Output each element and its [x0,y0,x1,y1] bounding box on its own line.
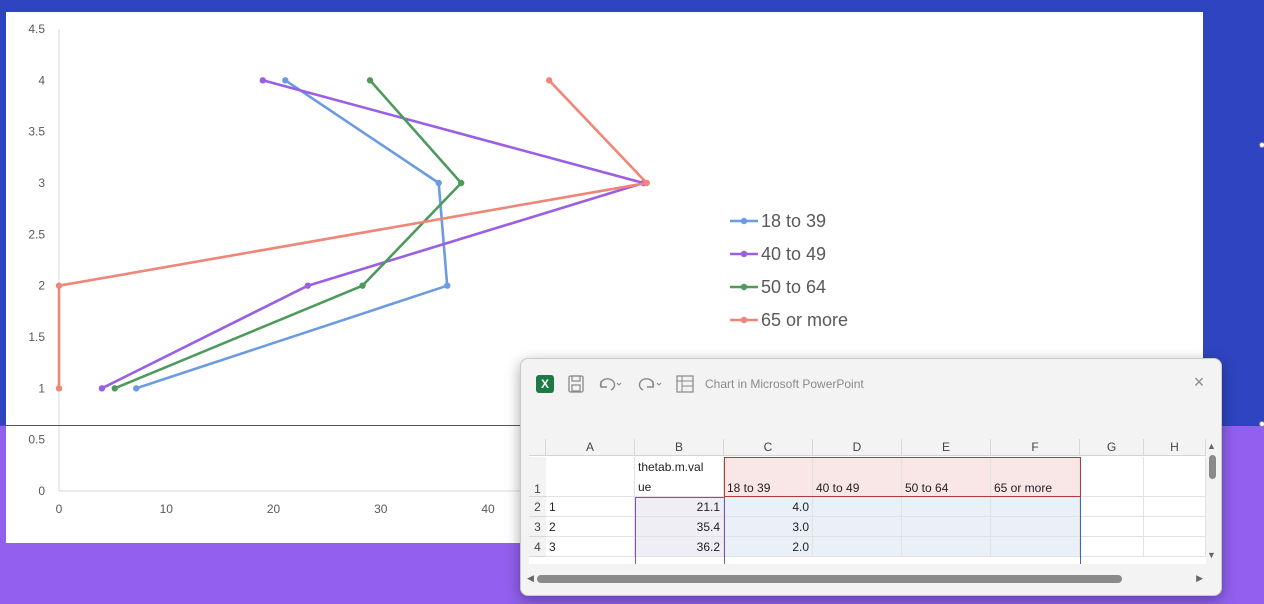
x-tick-label: 0 [56,502,63,516]
series-name-range-border [724,457,1081,497]
cell-a4[interactable]: 3 [546,537,635,557]
values-range-border [724,497,1081,564]
cell-h2[interactable] [1144,497,1206,517]
column-headers: A B C D E F G H [529,439,1206,456]
data-point[interactable] [457,179,465,187]
cell-b1[interactable]: thetab.m.val ue [635,457,724,497]
series-line-2[interactable] [101,79,645,390]
data-point[interactable] [366,77,374,84]
chart-series[interactable] [55,77,650,392]
data-point[interactable] [98,385,106,392]
vertical-scroll-thumb[interactable] [1209,455,1216,479]
series-line-3[interactable] [114,79,463,390]
excel-logo-icon: X [536,375,554,393]
row-header-4[interactable]: 4 [529,537,546,557]
x-tick-label: 30 [374,502,388,516]
window-title: Chart in Microsoft PowerPoint [705,377,864,391]
column-header-h[interactable]: H [1144,439,1206,456]
legend-marker [740,316,748,324]
scroll-left-icon[interactable]: ◀ [527,573,534,584]
row-header-3[interactable]: 3 [529,517,546,537]
select-all-corner[interactable] [529,439,546,456]
excel-window[interactable]: X Chart in Microsoft PowerPoint × A B C … [520,358,1222,596]
cell-h1[interactable] [1144,457,1206,497]
column-header-c[interactable]: C [724,439,813,456]
y-tick-label: 1.5 [28,330,45,344]
horizontal-scroll-thumb[interactable] [537,575,1122,583]
data-point[interactable] [55,282,63,289]
column-header-f[interactable]: F [991,439,1080,456]
close-icon[interactable]: × [1191,373,1207,391]
resize-handle-right[interactable] [1259,142,1264,148]
cell-g4[interactable] [1080,537,1144,557]
column-header-d[interactable]: D [813,439,902,456]
chart-legend[interactable]: 18 to 39 40 to 49 50 to 64 65 or more [730,211,848,330]
y-tick-label: 3 [38,176,45,190]
horizontal-scrollbar[interactable]: ◀ ▶ [527,573,1203,585]
data-point[interactable] [282,77,289,84]
data-point[interactable] [545,77,553,84]
data-point[interactable] [111,385,118,392]
data-point[interactable] [444,282,451,289]
table-icon[interactable] [676,375,694,393]
cell-g2[interactable] [1080,497,1144,517]
y-tick-label: 1 [38,381,45,395]
resize-handle-right-lower[interactable] [1259,421,1264,427]
legend-entry-label[interactable]: 40 to 49 [761,244,826,264]
cell-g1[interactable] [1080,457,1144,497]
y-tick-label: 3.5 [28,125,45,139]
data-point[interactable] [359,282,366,289]
cell-a2[interactable]: 1 [546,497,635,517]
data-point[interactable] [304,282,312,289]
x-tick-label: 20 [267,502,281,516]
category-range-border [635,497,725,564]
x-tick-label: 10 [160,502,174,516]
cell-b1-line1: thetab.m.val [638,460,704,474]
save-icon[interactable] [568,375,584,393]
y-tick-label: 2 [38,279,45,293]
data-point[interactable] [435,179,442,187]
y-tick-label: 0.5 [28,433,45,447]
legend-marker [740,283,748,291]
y-tick-label: 4 [38,73,45,87]
legend-entry-label[interactable]: 18 to 39 [761,211,826,231]
column-header-b[interactable]: B [635,439,724,456]
column-header-a[interactable]: A [546,439,635,456]
cell-h4[interactable] [1144,537,1206,557]
cell-h3[interactable] [1144,517,1206,537]
redo-icon[interactable] [637,375,663,393]
cell-g3[interactable] [1080,517,1144,537]
undo-icon[interactable] [597,375,623,393]
legend-marker [740,250,748,258]
scroll-up-icon[interactable]: ▲ [1207,441,1216,451]
data-point[interactable] [259,77,266,84]
series-line-1[interactable] [135,79,449,390]
row-header-2[interactable]: 2 [529,497,546,517]
data-point[interactable] [643,179,650,187]
legend-entry-label[interactable]: 65 or more [761,310,848,330]
y-tick-label: 2.5 [28,227,45,241]
spreadsheet-grid[interactable]: A B C D E F G H 1 thetab.m.val ue 18 to … [529,439,1206,564]
cell-a1[interactable] [546,457,635,497]
cell-b1-line2: ue [638,480,652,494]
excel-titlebar[interactable]: X Chart in Microsoft PowerPoint × [521,359,1221,409]
data-point[interactable] [133,385,140,392]
row-header-1[interactable]: 1 [529,457,546,497]
scroll-right-icon[interactable]: ▶ [1196,573,1203,584]
y-tick-label: 0 [38,484,45,498]
cell-a3[interactable]: 2 [546,517,635,537]
x-tick-label: 40 [481,502,495,516]
y-tick-label: 4.5 [28,22,45,36]
column-header-g[interactable]: G [1080,439,1144,456]
legend-marker [740,217,748,225]
column-header-e[interactable]: E [902,439,991,456]
data-point[interactable] [55,385,63,392]
legend-entry-label[interactable]: 50 to 64 [761,277,826,297]
scroll-down-icon[interactable]: ▼ [1207,550,1216,560]
vertical-scrollbar[interactable]: ▲ ▼ [1207,439,1217,564]
